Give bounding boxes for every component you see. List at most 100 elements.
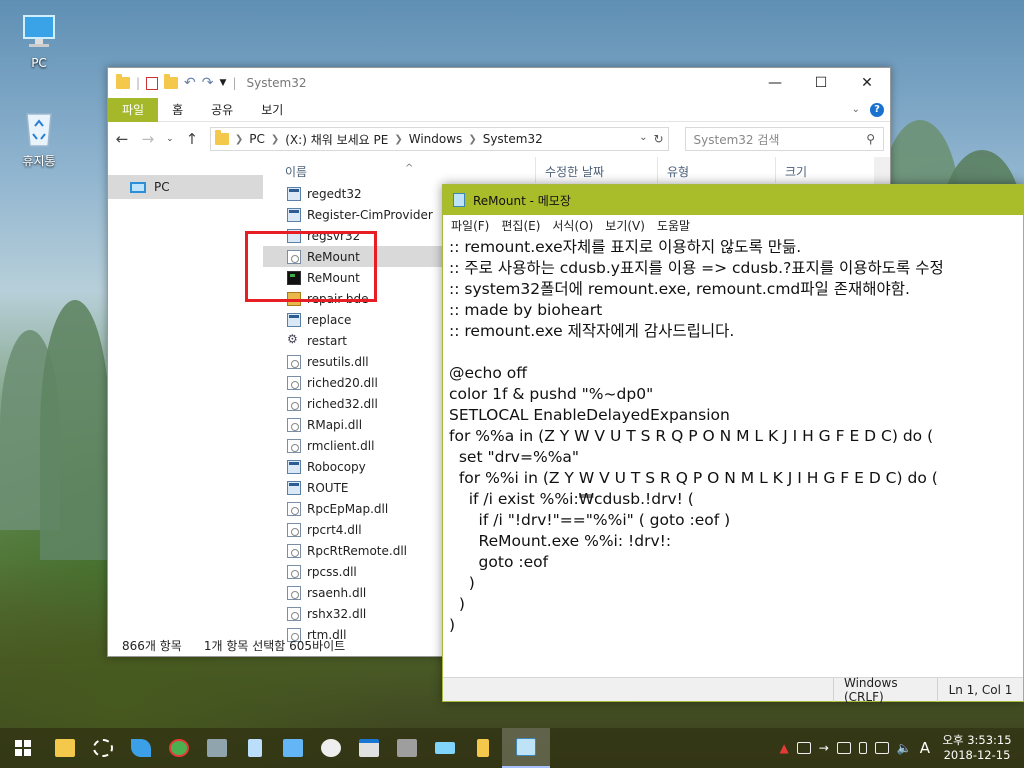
taskbar-app-4[interactable] [160, 728, 198, 768]
file-name: RpcEpMap.dll [307, 501, 389, 516]
tab-view[interactable]: 보기 [247, 98, 297, 122]
disc-icon [321, 739, 341, 757]
nav-item-pc[interactable]: PC [108, 175, 263, 199]
item-count: 866개 항목 [122, 638, 182, 653]
window-icon [359, 739, 379, 757]
taskbar-app-12[interactable] [464, 728, 502, 768]
expand-ribbon-icon[interactable]: ⌄ [852, 104, 860, 115]
clock[interactable]: 오후 3:53:15 2018-12-15 [938, 733, 1016, 763]
clock-date: 2018-12-15 [943, 748, 1011, 762]
tray-display-icon[interactable] [836, 742, 851, 754]
tray-device-icon[interactable] [858, 742, 867, 754]
tab-share[interactable]: 공유 [197, 98, 247, 122]
taskbar-app-5[interactable] [198, 728, 236, 768]
desktop-pc-label: PC [31, 56, 47, 70]
navigation-pane: PC [108, 157, 263, 634]
file-name: replace [307, 312, 352, 327]
tray-usb-icon[interactable]: → [819, 741, 829, 755]
notepad-text-area[interactable]: :: remount.exe자체를 표지로 이용하지 않도록 만듦. :: 주로… [443, 235, 1023, 677]
forward-icon[interactable]: → [140, 130, 156, 148]
taskbar-app-2[interactable] [84, 728, 122, 768]
menu-edit[interactable]: 편집(E) [501, 217, 540, 234]
tab-home[interactable]: 홈 [158, 98, 197, 122]
help-icon[interactable]: ? [870, 102, 884, 117]
column-type[interactable]: 유형 [667, 163, 689, 180]
refresh-icon[interactable]: ↻ [653, 132, 663, 146]
tray-app-icon[interactable]: ▲ [779, 741, 788, 755]
undo-icon[interactable]: ↶ [184, 75, 196, 91]
taskbar-explorer[interactable] [46, 728, 84, 768]
ribbon-tabs: 파일 홈 공유 보기 ⌄ ? [108, 97, 890, 122]
recent-locations-icon[interactable]: ⌄ [166, 134, 174, 144]
notepad-title: ReMount - 메모장 [473, 193, 571, 208]
taskbar-app-3[interactable] [122, 728, 160, 768]
menu-view[interactable]: 보기(V) [605, 217, 645, 234]
breadcrumb-pc[interactable]: PC [249, 132, 265, 146]
breadcrumb-system32[interactable]: System32 [483, 132, 543, 146]
column-headers: ^ 이름 수정한 날짜 유형 크기 [263, 157, 890, 183]
menu-help[interactable]: 도움말 [657, 217, 690, 234]
redo-icon[interactable]: ↷ [202, 75, 214, 91]
file-name: RMapi.dll [307, 417, 363, 432]
taskbar-app-6[interactable] [236, 728, 274, 768]
file-name: regedt32 [307, 186, 362, 201]
dll-icon [287, 585, 301, 600]
desktop-pc-icon[interactable]: PC [9, 12, 69, 70]
dll-icon [287, 606, 301, 621]
new-folder-icon[interactable] [164, 74, 179, 89]
notepad-window: ReMount - 메모장 파일(F) 편집(E) 서식(O) 보기(V) 도움… [442, 184, 1024, 704]
window-title: System32 [246, 76, 307, 90]
taskbar-app-9[interactable] [350, 728, 388, 768]
notepad-menubar: 파일(F) 편집(E) 서식(O) 보기(V) 도움말 [443, 215, 1023, 235]
desktop-recycle-bin-icon[interactable]: 휴지통 [9, 106, 69, 169]
taskbar-app-8[interactable] [312, 728, 350, 768]
address-dropdown-icon[interactable]: ⌄ [639, 132, 647, 146]
taskbar-app-11[interactable] [426, 728, 464, 768]
volume-icon[interactable]: 🔈 [897, 741, 912, 755]
sort-up-icon: ^ [405, 163, 414, 174]
menu-file[interactable]: 파일(F) [451, 217, 489, 234]
menu-format[interactable]: 서식(O) [552, 217, 593, 234]
ime-indicator[interactable]: A [920, 739, 930, 757]
quick-access-toolbar: | ↶ ↷ ▼ | [116, 74, 237, 91]
close-button[interactable]: ✕ [844, 68, 890, 98]
gear-icon [287, 332, 301, 348]
network-icon [283, 739, 303, 757]
file-name: rpcrt4.dll [307, 522, 362, 537]
taskbar-app-7[interactable] [274, 728, 312, 768]
column-date-modified[interactable]: 수정한 날짜 [545, 163, 604, 180]
taskbar-notepad[interactable] [502, 728, 550, 768]
up-icon[interactable]: ↑ [184, 130, 200, 148]
maximize-button[interactable]: ☐ [798, 68, 844, 98]
folder-icon [214, 130, 229, 145]
chevron-right-icon: ❯ [234, 133, 244, 145]
divider: | [136, 76, 141, 90]
column-size[interactable]: 크기 [785, 163, 807, 180]
properties-icon[interactable] [146, 76, 159, 90]
breadcrumb-drive[interactable]: (X:) 채워 보세요 PE [285, 131, 388, 148]
file-name: RpcRtRemote.dll [307, 543, 407, 558]
tray-network-icon[interactable] [796, 742, 811, 754]
taskbar-app-10[interactable] [388, 728, 426, 768]
notepad-statusbar: Windows (CRLF) Ln 1, Col 1 [443, 676, 1023, 704]
battery-icon[interactable] [874, 742, 889, 754]
tab-file[interactable]: 파일 [108, 97, 159, 122]
breadcrumb-windows[interactable]: Windows [409, 132, 463, 146]
recycle-bin-icon [26, 113, 52, 147]
customize-toolbar-icon[interactable]: ▼ [220, 78, 227, 88]
pc-icon [130, 181, 146, 193]
search-input[interactable]: System32 검색 ⚲ [684, 127, 884, 151]
search-placeholder: System32 검색 [693, 132, 780, 147]
start-button[interactable] [0, 728, 46, 768]
divider: | [232, 76, 237, 90]
notepad-titlebar: ReMount - 메모장 [443, 185, 1023, 215]
file-name: ROUTE [307, 480, 349, 495]
file-name: rsaenh.dll [307, 585, 367, 600]
minimize-button[interactable]: — [752, 68, 798, 98]
address-bar[interactable]: ❯ PC ❯ (X:) 채워 보세요 PE ❯ Windows ❯ System… [209, 127, 669, 151]
system-tray: ▲ → 🔈 A 오후 3:53:15 2018-12-15 [779, 733, 1024, 763]
column-name[interactable]: 이름 [285, 163, 307, 180]
back-icon[interactable]: ← [114, 130, 130, 148]
file-name: riched32.dll [307, 396, 378, 411]
globe-icon [169, 739, 189, 757]
